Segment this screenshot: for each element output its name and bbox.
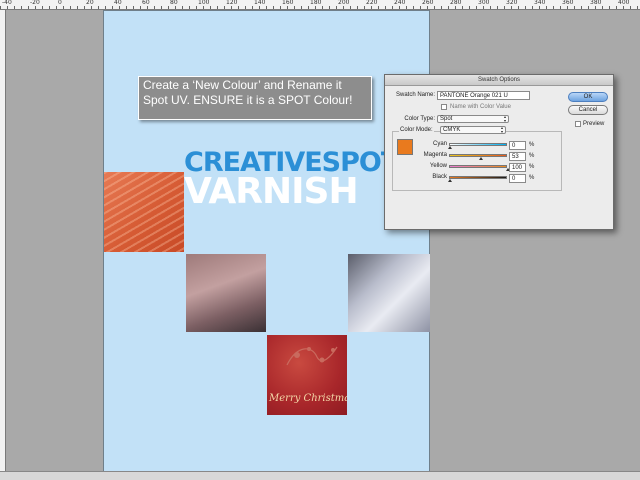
channel-value-magenta[interactable]: 53 bbox=[509, 152, 526, 161]
callout-line-2: Spot UV. ENSURE it is a SPOT Colour! bbox=[143, 93, 353, 107]
slider-thumb[interactable] bbox=[448, 146, 452, 149]
ruler-tick-label: 320 bbox=[506, 0, 518, 6]
ruler-tick-label: 240 bbox=[394, 0, 406, 6]
ruler-tick-label: 0 bbox=[58, 0, 62, 6]
percent-unit: % bbox=[529, 175, 535, 181]
ruler-tick-label: 100 bbox=[198, 0, 210, 6]
color-type-select[interactable]: Spot bbox=[437, 115, 509, 123]
title-varnish: VARNISH bbox=[184, 171, 359, 212]
color-type-label: Color Type: bbox=[404, 116, 435, 122]
ruler-tick-label: 200 bbox=[338, 0, 350, 6]
instruction-callout: Create a ‘New Colour’ and Rename it Spot… bbox=[138, 76, 372, 120]
photo-pink-card-edge[interactable] bbox=[186, 254, 266, 332]
ruler-tick-label: 280 bbox=[450, 0, 462, 6]
ruler-tick-label: 140 bbox=[254, 0, 266, 6]
preview-checkbox[interactable] bbox=[575, 121, 581, 127]
ruler-tick-label: 120 bbox=[226, 0, 238, 6]
percent-unit: % bbox=[529, 164, 535, 170]
channel-slider-cyan[interactable] bbox=[448, 143, 507, 149]
photo-red-christmas-card[interactable]: Merry Christmas bbox=[267, 335, 347, 415]
ruler-tick-label: 340 bbox=[534, 0, 546, 6]
ruler-tick-label: -20 bbox=[30, 0, 40, 6]
channel-value-yellow[interactable]: 100 bbox=[509, 163, 526, 172]
ruler-tick-label: 180 bbox=[310, 0, 322, 6]
ruler-tick-label: -40 bbox=[2, 0, 12, 6]
status-bar bbox=[0, 471, 640, 480]
channel-slider-black[interactable] bbox=[448, 176, 507, 182]
channel-value-black[interactable]: 0 bbox=[509, 174, 526, 183]
name-with-color-value-checkbox[interactable] bbox=[441, 104, 447, 110]
channel-value-cyan[interactable]: 0 bbox=[509, 141, 526, 150]
swatch-name-label: Swatch Name: bbox=[395, 92, 435, 98]
swatch-name-input[interactable]: PANTONE Orange 021 U bbox=[437, 91, 530, 100]
channel-label-yellow: Yellow bbox=[429, 163, 447, 169]
color-mode-select[interactable]: CMYK bbox=[440, 126, 506, 134]
channel-label-cyan: Cyan bbox=[432, 141, 447, 147]
ruler-tick-label: 300 bbox=[478, 0, 490, 6]
ruler-tick-label: 40 bbox=[114, 0, 122, 6]
horizontal-ruler[interactable]: -40 -20 0 20 40 60 80 100 120 140 160 180 200 220 240 2… bbox=[0, 0, 640, 10]
ok-button[interactable]: OK bbox=[568, 92, 608, 102]
ruler-tick-label: 80 bbox=[170, 0, 178, 6]
slider-thumb[interactable] bbox=[448, 179, 452, 182]
swatch-options-dialog: Swatch Options Swatch Name: PANTONE Oran… bbox=[384, 74, 614, 230]
channel-slider-magenta[interactable] bbox=[449, 154, 507, 160]
floral-ornament-icon bbox=[286, 346, 338, 366]
percent-unit: % bbox=[529, 142, 535, 148]
cancel-button[interactable]: Cancel bbox=[568, 105, 608, 115]
ruler-tick-label: 60 bbox=[142, 0, 150, 6]
ruler-tick-label: 380 bbox=[590, 0, 602, 6]
ruler-tick-label: 360 bbox=[562, 0, 574, 6]
slider-thumb[interactable] bbox=[478, 157, 483, 160]
photo-silver-embossed-logo[interactable] bbox=[348, 254, 430, 332]
color-mode-label: Color Mode: bbox=[399, 127, 434, 133]
color-mode-group bbox=[392, 131, 562, 191]
vertical-ruler[interactable] bbox=[0, 10, 6, 472]
ruler-tick-label: 220 bbox=[366, 0, 378, 6]
ruler-tick-label: 160 bbox=[282, 0, 294, 6]
photo-orange-embossed-card[interactable] bbox=[104, 172, 184, 252]
name-with-color-value-label: Name with Color Value bbox=[450, 104, 511, 110]
percent-unit: % bbox=[529, 153, 535, 159]
preview-label: Preview bbox=[583, 121, 605, 127]
channel-label-magenta: Magenta bbox=[423, 152, 447, 158]
channel-slider-yellow[interactable] bbox=[449, 165, 510, 171]
color-swatch-preview bbox=[397, 139, 413, 155]
ruler-tick-label: 400 bbox=[618, 0, 630, 6]
dialog-title[interactable]: Swatch Options bbox=[385, 75, 613, 86]
merry-christmas-text: Merry Christmas bbox=[269, 393, 347, 404]
channel-label-black: Black bbox=[432, 174, 447, 180]
callout-line-1: Create a ‘New Colour’ and Rename it bbox=[143, 78, 342, 92]
ruler-tick-label: 20 bbox=[86, 0, 94, 6]
ruler-tick-label: 260 bbox=[422, 0, 434, 6]
